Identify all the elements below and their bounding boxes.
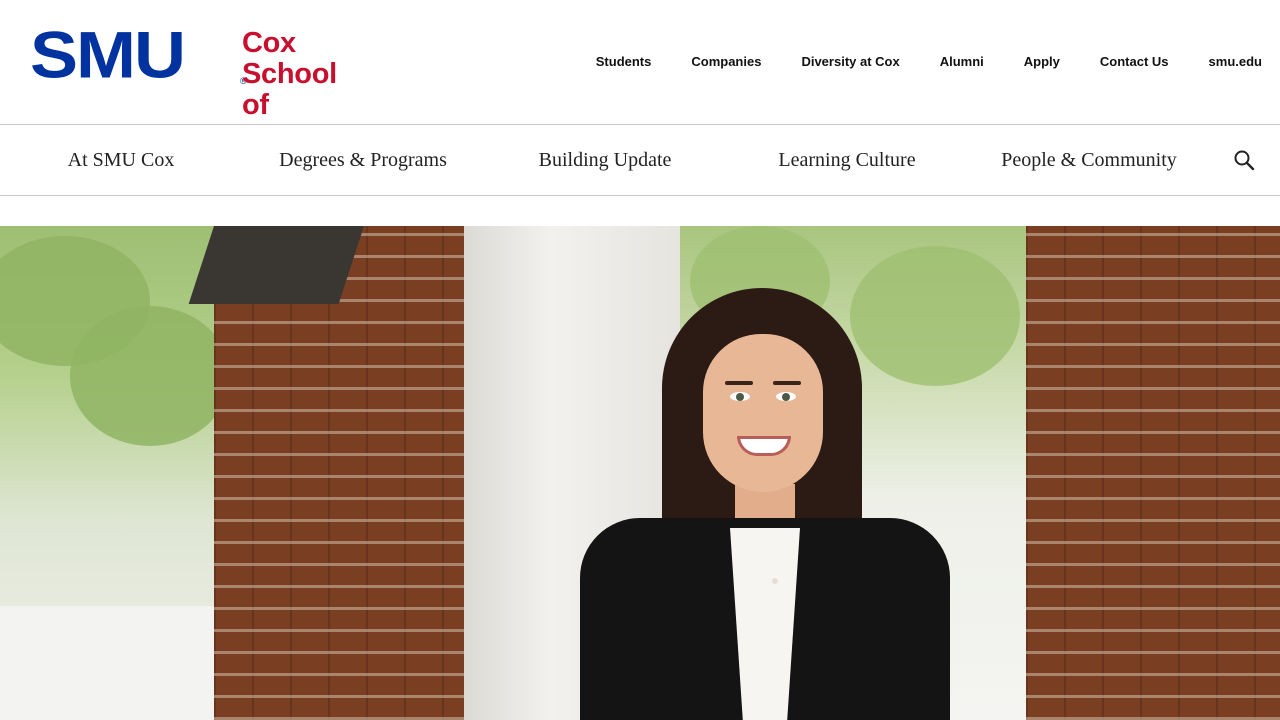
portrait-necklace: [772, 578, 778, 584]
main-nav: At SMU Cox Degrees & Programs Building U…: [0, 124, 1280, 196]
utility-nav: Students Companies Diversity at Cox Alum…: [596, 54, 1262, 69]
search-button[interactable]: [1230, 147, 1258, 175]
utility-link-students[interactable]: Students: [596, 54, 652, 69]
search-icon: [1234, 150, 1255, 171]
hero-brick-pillar-right: [1026, 226, 1280, 720]
hero-foliage: [70, 306, 230, 446]
hero-image: [0, 226, 1280, 720]
utility-link-companies[interactable]: Companies: [691, 54, 761, 69]
site-header: SMU ® Cox School of Business Students Co…: [0, 0, 1280, 152]
smu-cox-logo[interactable]: SMU ® Cox School of Business: [30, 18, 369, 151]
main-nav-at-smu-cox[interactable]: At SMU Cox: [0, 125, 242, 195]
hero-ceiling-beam: [188, 226, 364, 304]
hero-walkway: [0, 606, 230, 720]
main-nav-people-community[interactable]: People & Community: [968, 125, 1210, 195]
utility-link-contact-us[interactable]: Contact Us: [1100, 54, 1169, 69]
main-nav-building-update[interactable]: Building Update: [484, 125, 726, 195]
logo-smu-wordmark: SMU: [30, 18, 186, 93]
logo-school-line1: Cox School: [242, 27, 337, 90]
main-nav-degrees-programs[interactable]: Degrees & Programs: [242, 125, 484, 195]
portrait-smile: [737, 436, 791, 456]
utility-link-alumni[interactable]: Alumni: [940, 54, 984, 69]
utility-link-smu-edu[interactable]: smu.edu: [1209, 54, 1262, 69]
main-nav-learning-culture[interactable]: Learning Culture: [726, 125, 968, 195]
portrait-eye: [776, 392, 796, 401]
hero-person-portrait: [570, 288, 960, 720]
portrait-face: [703, 334, 823, 492]
utility-link-diversity[interactable]: Diversity at Cox: [801, 54, 899, 69]
portrait-brow: [773, 381, 801, 385]
utility-link-apply[interactable]: Apply: [1024, 54, 1060, 69]
portrait-brow: [725, 381, 753, 385]
portrait-eye: [730, 392, 750, 401]
